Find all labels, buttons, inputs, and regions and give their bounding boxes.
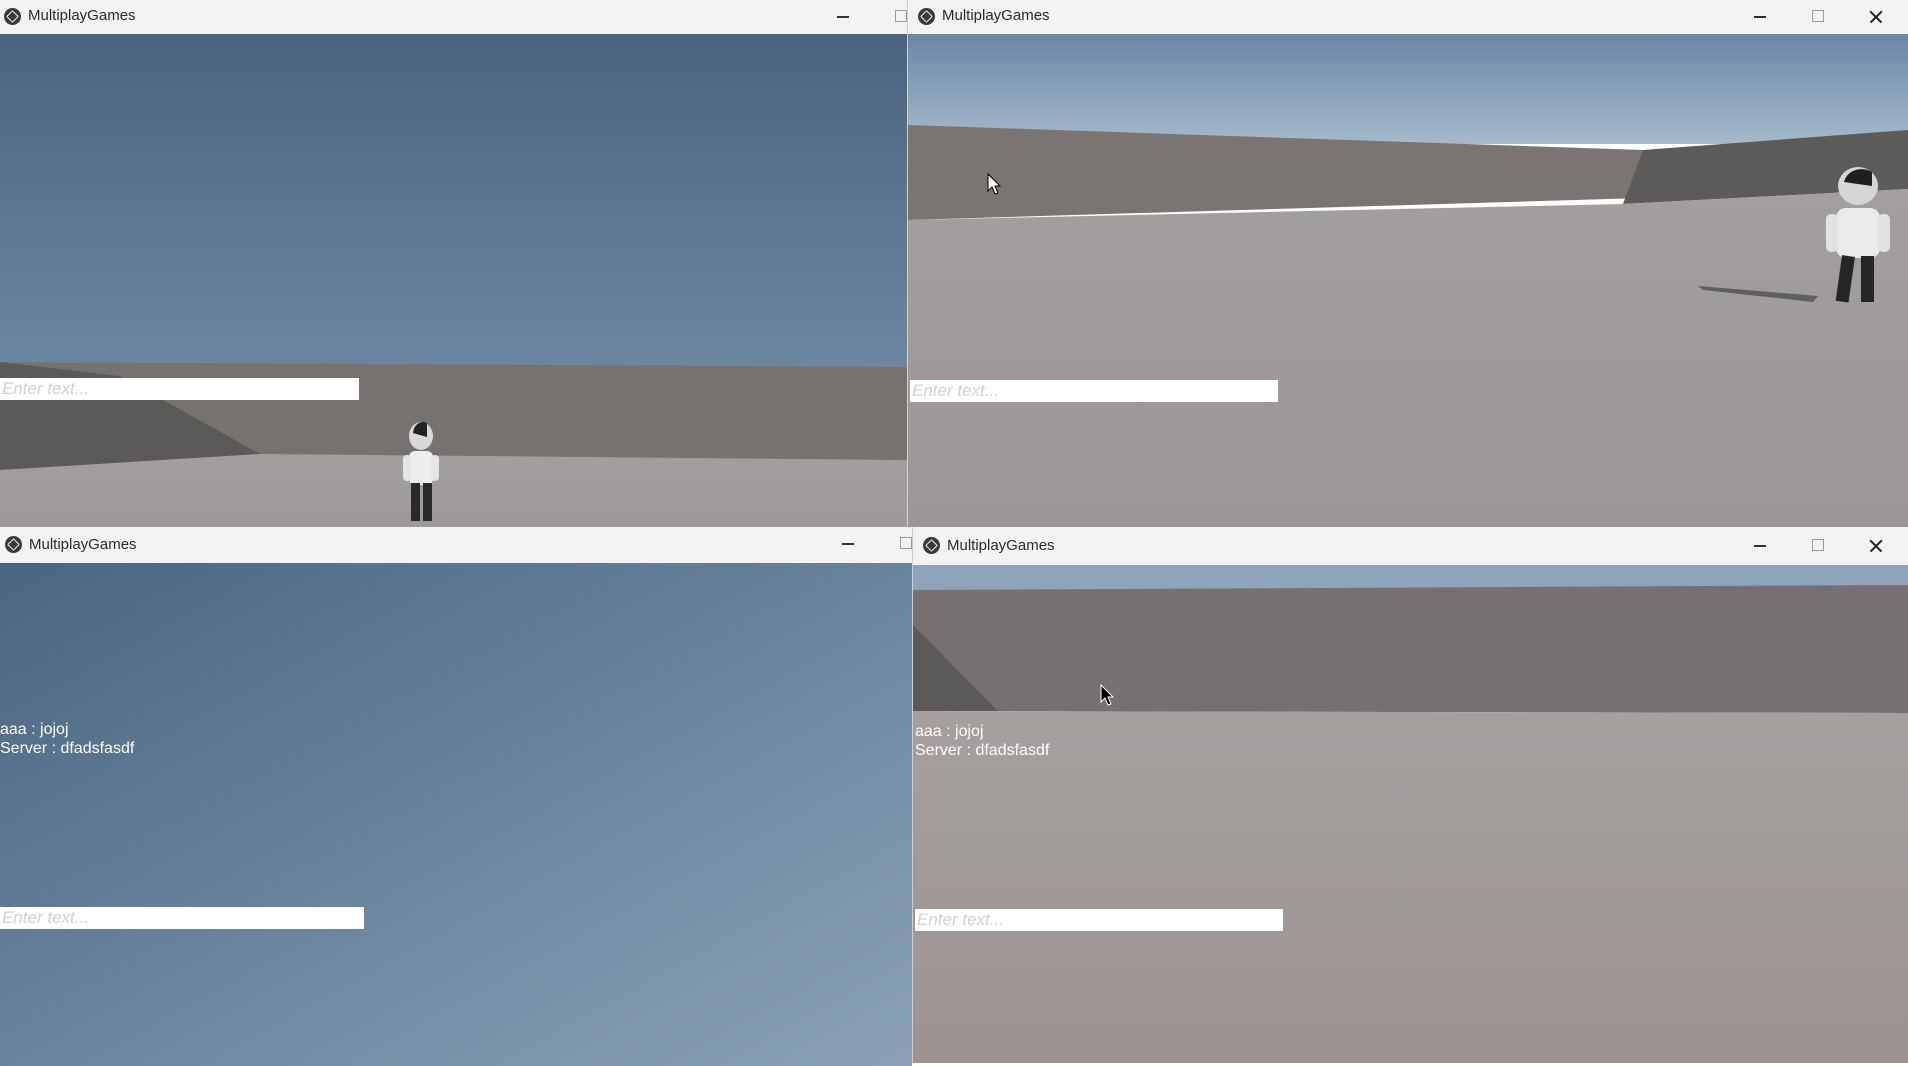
maximize-icon[interactable] <box>1789 0 1847 34</box>
game-viewport[interactable]: aaa : jojoj Server : dfadsfasdf <box>0 563 912 1066</box>
chat-input[interactable] <box>910 380 1278 402</box>
game-viewport[interactable] <box>908 34 1908 527</box>
game-window-bottom-right[interactable]: MultiplayGames aaa : jojoj Server : dfad… <box>912 527 1908 1063</box>
window-title: MultiplayGames <box>29 536 137 553</box>
chat-input[interactable] <box>915 909 1283 931</box>
chat-message: Server : dfadsfasdf <box>915 742 1050 759</box>
minimize-icon[interactable] <box>1731 0 1789 34</box>
title-bar[interactable]: MultiplayGames <box>908 0 1908 34</box>
title-bar[interactable]: MultiplayGames <box>0 527 912 563</box>
window-title: MultiplayGames <box>28 7 136 24</box>
game-scene <box>0 563 912 1066</box>
close-icon[interactable] <box>1847 0 1905 34</box>
maximize-icon[interactable] <box>877 527 912 561</box>
sky <box>0 563 912 1066</box>
ground <box>913 711 1908 1063</box>
unity-app-icon <box>923 537 940 554</box>
sky <box>908 34 1908 144</box>
chat-message: Server : dfadsfasdf <box>0 740 135 757</box>
ground <box>908 189 1908 527</box>
ground <box>0 454 907 527</box>
chat-message: aaa : jojoj <box>915 723 984 740</box>
game-scene <box>913 565 1908 1063</box>
unity-app-icon <box>5 536 22 553</box>
unity-app-icon <box>918 8 935 25</box>
game-window-top-left[interactable]: MultiplayGames <box>0 0 907 527</box>
back-wall <box>913 585 1908 713</box>
game-viewport[interactable] <box>0 34 907 527</box>
maximize-icon[interactable] <box>1789 529 1847 563</box>
maximize-icon[interactable] <box>872 0 907 34</box>
chat-input[interactable] <box>0 378 359 400</box>
close-icon[interactable] <box>1847 529 1905 563</box>
minimize-icon[interactable] <box>814 0 872 34</box>
minimize-icon[interactable] <box>1731 529 1789 563</box>
game-scene <box>908 34 1908 527</box>
minimize-icon[interactable] <box>819 527 877 561</box>
unity-app-icon <box>4 8 21 25</box>
game-window-bottom-left[interactable]: MultiplayGames aaa : jojoj Server : dfad… <box>0 527 912 1066</box>
game-scene <box>0 34 907 527</box>
window-title: MultiplayGames <box>947 537 1055 554</box>
title-bar[interactable]: MultiplayGames <box>0 0 907 34</box>
chat-message: aaa : jojoj <box>0 721 69 738</box>
chat-log: aaa : jojoj Server : dfadsfasdf <box>0 720 134 758</box>
window-title: MultiplayGames <box>942 7 1050 24</box>
title-bar[interactable]: MultiplayGames <box>913 527 1908 565</box>
game-window-top-right[interactable]: MultiplayGames <box>907 0 1908 527</box>
chat-input[interactable] <box>0 907 364 929</box>
game-viewport[interactable]: aaa : jojoj Server : dfadsfasdf <box>913 565 1908 1063</box>
chat-log: aaa : jojoj Server : dfadsfasdf <box>915 722 1049 760</box>
